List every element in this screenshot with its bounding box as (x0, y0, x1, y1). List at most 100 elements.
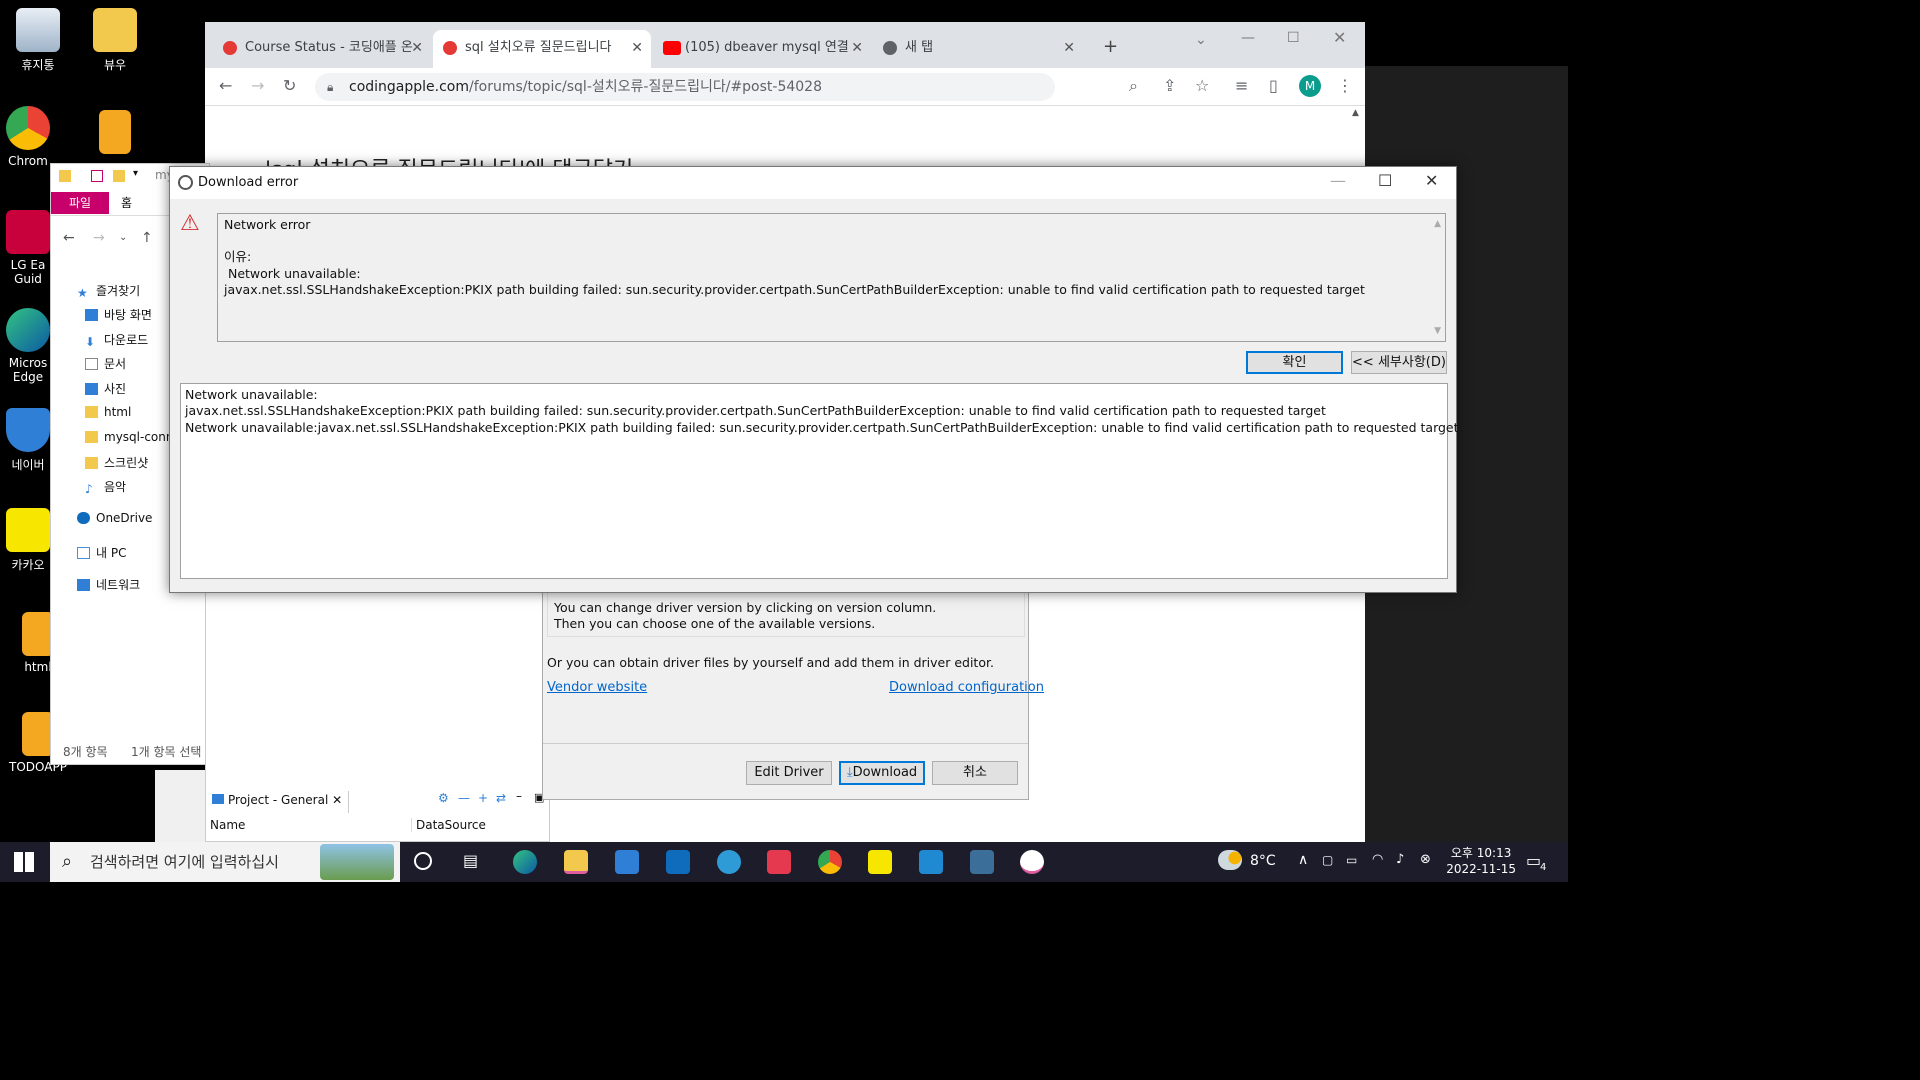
nav-quick-access[interactable]: ★ 즐겨찾기 (77, 282, 140, 300)
meet-now-icon[interactable]: ▢ (1322, 853, 1333, 867)
nav-screenshots[interactable]: 스크린샷 (85, 454, 148, 471)
taskbar-clock[interactable]: 오후 10:13 2022-11-15 (1446, 845, 1516, 877)
close-icon[interactable]: ✕ (411, 30, 423, 66)
nav-pictures[interactable]: 사진 (85, 380, 126, 397)
maximize-icon[interactable]: ☐ (1378, 171, 1392, 190)
desktop-icon-shortcut[interactable] (80, 110, 150, 158)
nav-documents[interactable]: 문서 (85, 355, 126, 372)
file-explorer-taskbar-icon[interactable] (564, 850, 588, 874)
column-header-datasource[interactable]: DataSource (411, 818, 486, 832)
mysql-workbench-taskbar-icon[interactable] (970, 850, 994, 874)
scroll-down-icon[interactable]: ▼ (1434, 323, 1441, 339)
link-icon[interactable]: ⇄ (496, 791, 506, 805)
collapse-icon[interactable]: — (458, 791, 470, 805)
ribbon-tab-file[interactable]: 파일 (51, 192, 109, 214)
desktop-icon-naver-security[interactable]: 네이버 (3, 408, 53, 473)
dbeaver-taskbar-icon[interactable] (1020, 850, 1044, 874)
nav-this-pc[interactable]: 내 PC (77, 544, 126, 561)
task-view-icon[interactable]: ▤ (463, 851, 478, 870)
desktop-icon-lg-guide[interactable]: LG Ea Guid (3, 210, 53, 286)
close-window-icon[interactable]: ✕ (1333, 28, 1346, 47)
sync-app-taskbar-icon[interactable] (767, 850, 791, 874)
vscode-taskbar-icon[interactable] (919, 850, 943, 874)
close-icon[interactable]: ✕ (1425, 171, 1438, 190)
back-icon[interactable]: ← (63, 230, 75, 246)
wifi-icon[interactable]: ◠ (1372, 852, 1383, 867)
weather-temperature[interactable]: 8°C (1250, 853, 1276, 869)
minimize-view-icon[interactable]: – (516, 789, 522, 803)
ok-button[interactable]: 확인 (1246, 351, 1343, 374)
scroll-up-icon[interactable]: ▲ (1352, 108, 1359, 118)
edit-driver-button[interactable]: Edit Driver (746, 761, 832, 785)
store-taskbar-icon[interactable] (666, 850, 690, 874)
desktop-icon-kakaotalk[interactable]: 카카오 (3, 508, 53, 573)
close-icon[interactable]: ✕ (631, 30, 643, 66)
tab-youtube[interactable]: (105) dbeaver mysql 연결 ✕ (653, 30, 871, 68)
error-details-box[interactable]: Network unavailable: javax.net.ssl.SSLHa… (180, 383, 1459, 579)
tray-chevron-icon[interactable]: ∧ (1298, 852, 1308, 868)
nav-onedrive[interactable]: OneDrive (77, 511, 152, 525)
back-icon[interactable]: ← (219, 76, 232, 95)
details-button[interactable]: << 세부사항(D) (1351, 351, 1447, 374)
kakaotalk-taskbar-icon[interactable] (868, 850, 892, 874)
address-bar[interactable]: 🔒︎ codingapple.com/forums/topic/sql-설치오류… (315, 73, 1055, 101)
vendor-website-link[interactable]: Vendor website (547, 680, 647, 695)
column-header-name[interactable]: Name (210, 818, 245, 832)
zoom-icon[interactable]: ⌕ (1129, 76, 1138, 96)
maximize-icon[interactable]: ☐ (1287, 30, 1300, 46)
project-panel-tab[interactable]: Project - General ✕ (206, 791, 350, 813)
minimize-icon[interactable]: — (1330, 171, 1346, 190)
taskbar-search-box[interactable]: ⌕ 검색하려면 여기에 입력하십시 (50, 842, 400, 882)
settings-gear-icon[interactable]: ⚙ (438, 791, 449, 805)
reload-icon[interactable]: ↻ (283, 76, 296, 95)
start-windows-icon[interactable] (14, 852, 34, 872)
share-icon[interactable]: ⇪ (1163, 76, 1176, 95)
nav-html[interactable]: html (85, 405, 131, 419)
download-button[interactable]: ⤓Download (839, 761, 925, 785)
ime-indicator-icon[interactable]: ⊗ (1420, 852, 1431, 867)
nav-network[interactable]: 네트워크 (77, 576, 140, 593)
notification-icon[interactable]: ▭ (1526, 851, 1541, 870)
battery-icon[interactable]: ▭ (1346, 853, 1357, 867)
scroll-up-icon[interactable]: ▲ (1434, 216, 1441, 232)
nav-mysql-conn[interactable]: mysql-conn (85, 430, 173, 444)
ribbon-tab-home[interactable]: 홈 (121, 192, 132, 214)
reading-list-icon[interactable]: ≡ (1235, 76, 1248, 95)
error-message-box[interactable]: Network error 이유: Network unavailable: j… (217, 213, 1446, 342)
profile-avatar[interactable]: M (1299, 75, 1321, 97)
desktop-icon-folder[interactable]: 뷰우 (80, 8, 150, 73)
expand-icon[interactable]: + (478, 791, 488, 805)
forward-icon[interactable]: → (251, 76, 264, 95)
tab-new[interactable]: 새 탭 ✕ (873, 30, 1083, 68)
tab-search-icon[interactable]: ⌄ (1195, 32, 1207, 48)
nav-downloads[interactable]: ⬇ 다운로드 (85, 331, 148, 349)
cancel-button[interactable]: 취소 (932, 761, 1018, 785)
desktop-icon-recycle-bin[interactable]: 휴지통 (3, 8, 73, 73)
new-folder-icon[interactable] (113, 170, 125, 182)
weather-icon[interactable] (1218, 850, 1242, 870)
recent-dropdown-icon[interactable]: ⌄ (119, 232, 127, 243)
chrome-taskbar-icon[interactable] (818, 850, 842, 874)
download-configuration-link[interactable]: Download configuration (889, 680, 1044, 695)
new-tab-button[interactable]: + (1103, 36, 1118, 57)
desktop-icon-edge[interactable]: Micros Edge (3, 308, 53, 384)
desktop-icon-chrome[interactable]: Chrom (3, 106, 53, 168)
close-icon[interactable]: ✕ (851, 30, 863, 66)
close-icon[interactable]: ✕ (1063, 30, 1075, 66)
minimize-icon[interactable]: — (1241, 30, 1255, 46)
mail-taskbar-icon[interactable] (615, 850, 639, 874)
qat-dropdown-icon[interactable]: ▾ (133, 168, 138, 179)
nav-music[interactable]: ♪ 음악 (85, 478, 126, 496)
properties-check-icon[interactable] (91, 170, 103, 182)
edge-taskbar-icon[interactable] (513, 850, 537, 874)
tab-course-status[interactable]: Course Status - 코딩애플 온 ✕ (213, 30, 431, 68)
side-panel-icon[interactable]: ▯ (1269, 76, 1278, 95)
volume-icon[interactable]: ♪ (1396, 852, 1404, 867)
close-icon[interactable]: ✕ (332, 793, 342, 807)
tab-sql-question[interactable]: sql 설치오류 질문드립니다 ✕ (433, 30, 651, 68)
cortana-icon[interactable] (414, 852, 432, 870)
menu-kebab-icon[interactable]: ⋮ (1337, 76, 1353, 95)
ie-taskbar-icon[interactable] (717, 850, 741, 874)
up-icon[interactable]: ↑ (141, 230, 153, 246)
nav-desktop[interactable]: 바탕 화면 (85, 306, 152, 323)
